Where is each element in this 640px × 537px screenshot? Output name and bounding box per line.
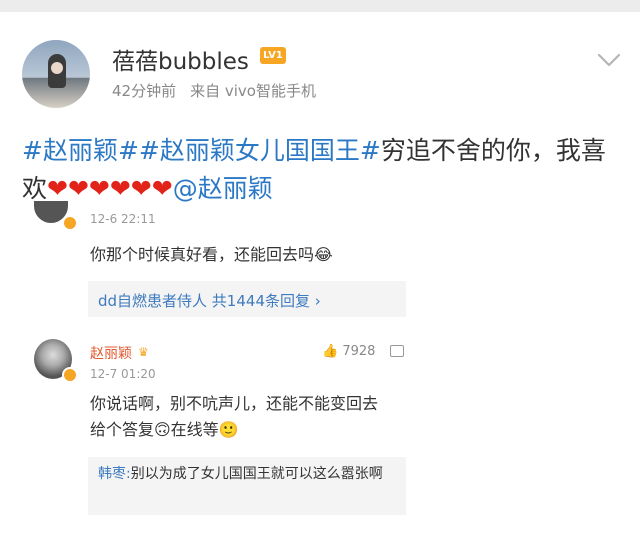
- comment2-text: 你说话啊，别不吭声儿，还能不能变回去给个答复🙃在线等🙂: [90, 394, 379, 439]
- crown-icon: ♛: [138, 345, 149, 359]
- user-avatar[interactable]: [22, 40, 90, 108]
- comment2-verified-icon: [62, 367, 78, 383]
- mention-link[interactable]: @赵丽颖: [173, 174, 273, 203]
- chevron-down-icon[interactable]: [596, 50, 622, 70]
- weibo-post-card: 蓓蓓bubbles LV1 42分钟前 来自 vivo智能手机 #赵丽颖##赵丽颖…: [0, 12, 640, 537]
- embedded-comment-screenshot[interactable]: 12-6 22:11 你那个时候真好看，还能回去吗😂 dd自燃患者侍人 共144…: [22, 201, 442, 525]
- avatar-face: [51, 62, 63, 74]
- comment1-reply-link: dd自燃患者侍人 共1444条回复 ›: [98, 292, 321, 310]
- reply-author: 韩枣:: [98, 466, 131, 482]
- comment2-reply-box: 韩枣:别以为成了女儿国国王就可以这么嚣张啊: [88, 457, 406, 515]
- top-gap: [0, 0, 640, 12]
- username[interactable]: 蓓蓓bubbles: [112, 42, 249, 76]
- thumb-up-icon: 👍: [322, 344, 339, 359]
- comment2-name: 赵丽颖: [90, 346, 132, 362]
- post-time: 42分钟前: [112, 82, 177, 100]
- comment1-reply-box: dd自燃患者侍人 共1444条回复 ›: [88, 281, 406, 317]
- comment1-verified-icon: [62, 215, 78, 231]
- comment1-time: 12-6 22:11: [90, 212, 156, 226]
- hearts-emoji: ❤❤❤❤❤❤: [47, 174, 173, 203]
- post-meta: 42分钟前 来自 vivo智能手机: [112, 80, 330, 101]
- comment-icon: [390, 345, 404, 357]
- post-source: 来自 vivo智能手机: [190, 82, 316, 100]
- comment2-time: 12-7 01:20: [90, 367, 156, 381]
- level-badge-icon: LV1: [260, 47, 286, 64]
- comment1-text: 你那个时候真好看，还能回去吗😂: [90, 245, 333, 264]
- hashtag-queen[interactable]: #赵丽颖女儿国国王#: [139, 136, 381, 165]
- comment2-reply: 韩枣:别以为成了女儿国国王就可以这么嚣张啊: [98, 463, 394, 485]
- comment2-likes: 7928: [342, 344, 376, 359]
- post-text: #赵丽颖##赵丽颖女儿国国王#穷追不舍的你，我喜欢❤❤❤❤❤❤@赵丽颖: [22, 132, 622, 208]
- comment2-like: 👍 7928: [322, 344, 375, 359]
- hashtag-zhao-liying[interactable]: #赵丽颖#: [22, 136, 139, 165]
- reply-text: 别以为成了女儿国国王就可以这么嚣张啊: [130, 466, 383, 482]
